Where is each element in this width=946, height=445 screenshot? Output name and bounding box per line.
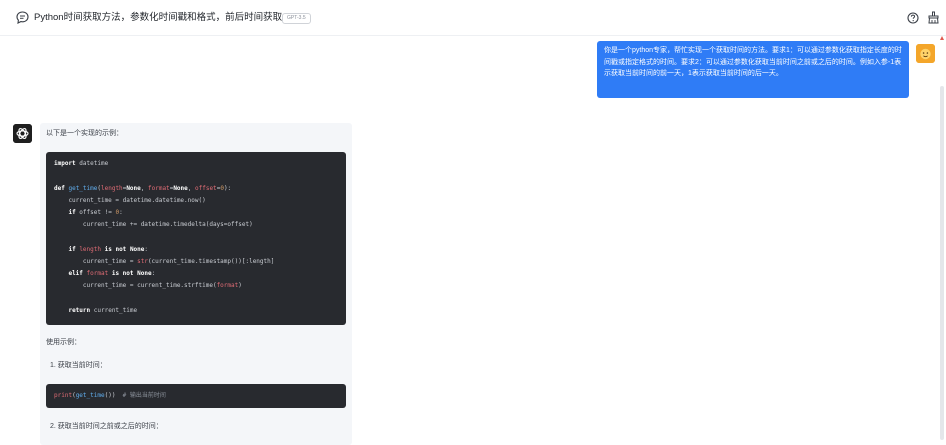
usage-step-1: 1. 获取当前时间： bbox=[50, 362, 107, 369]
code-line: if offset != 0: bbox=[68, 209, 123, 216]
user-message: 你是一个python专家，帮忙实现一个获取时间的方法。要求1：可以通过参数化获取… bbox=[597, 41, 909, 98]
usage-heading: 使用示例： bbox=[46, 339, 81, 346]
code-line: return current_time bbox=[68, 307, 138, 314]
user-avatar-icon bbox=[916, 44, 935, 63]
chat-bubble-icon bbox=[16, 11, 29, 24]
code-block-main[interactable]: import datetime def get_time(length=None… bbox=[46, 152, 346, 325]
scroll-up-icon[interactable] bbox=[940, 36, 944, 44]
code-block-usage[interactable]: print(get_time()) # 输出当前时间 bbox=[46, 384, 346, 408]
top-bar: Python时间获取方法，参数化时间戳和格式，前后时间获取 GPT-3.5 bbox=[0, 0, 946, 36]
help-circle-icon[interactable] bbox=[907, 12, 919, 24]
assistant-intro: 以下是一个实现的示例： bbox=[46, 130, 123, 137]
code-line: current_time = datetime.datetime.now() bbox=[54, 197, 206, 204]
model-badge: GPT-3.5 bbox=[282, 13, 311, 24]
chatgpt-logo-icon bbox=[13, 124, 32, 143]
scrollbar-thumb[interactable] bbox=[940, 86, 944, 440]
scrollbar[interactable] bbox=[938, 36, 946, 445]
code-line: if length is not None: bbox=[68, 246, 149, 253]
code-line: def get_time(length=None, format=None, o… bbox=[54, 185, 232, 192]
broom-icon[interactable] bbox=[927, 11, 940, 24]
conversation-title: Python时间获取方法，参数化时间戳和格式，前后时间获取 bbox=[34, 12, 283, 23]
code-line: elif format is not None: bbox=[68, 270, 156, 277]
code-line: current_time += datetime.timedelta(days=… bbox=[54, 221, 253, 228]
code-line: import datetime bbox=[54, 160, 109, 167]
code-line: current_time = current_time.strftime(for… bbox=[54, 282, 242, 289]
code-line: print(get_time()) # 输出当前时间 bbox=[54, 392, 166, 399]
code-line: current_time = str(current_time.timestam… bbox=[54, 258, 275, 265]
usage-step-2: 2. 获取当前时间之前或之后的时间： bbox=[50, 423, 163, 430]
